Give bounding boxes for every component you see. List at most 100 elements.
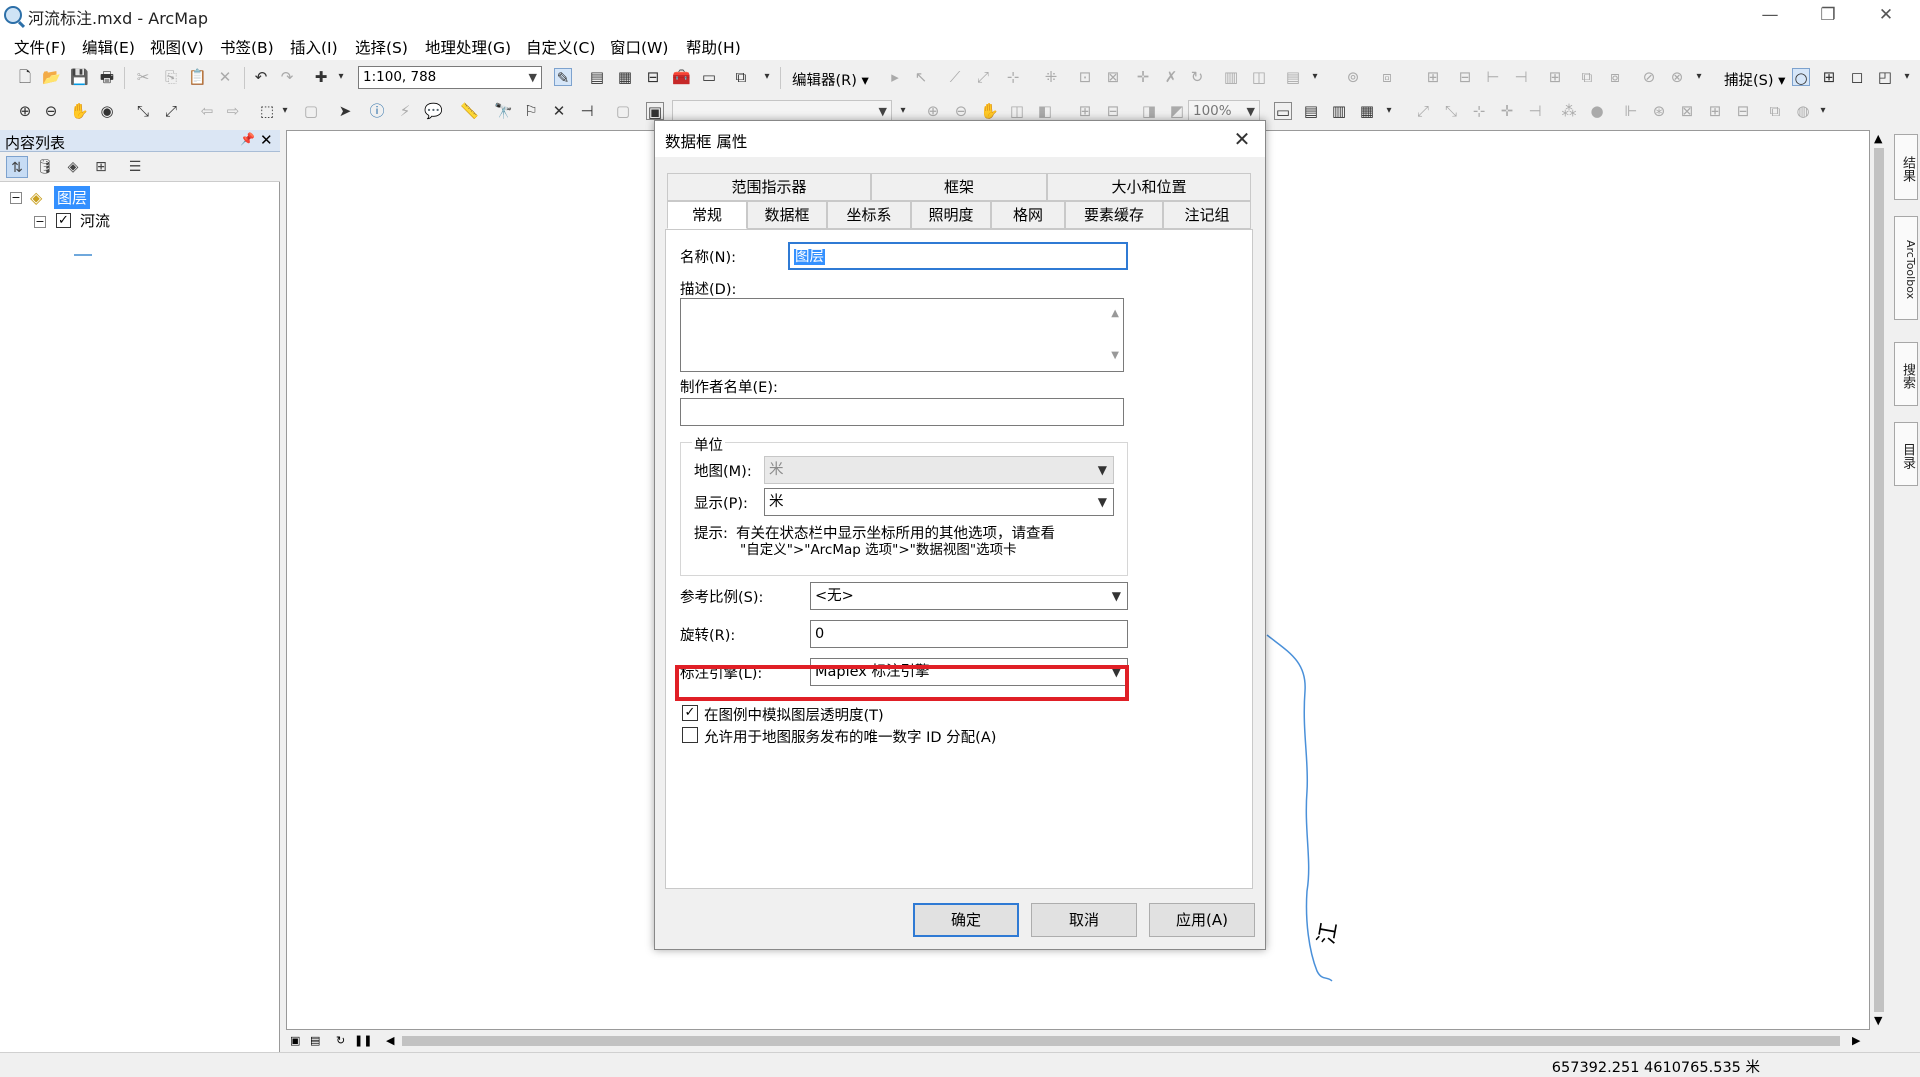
undo-icon[interactable]: ↶: [252, 68, 270, 86]
pan-icon[interactable]: ✋: [70, 102, 89, 120]
menu-bookmarks[interactable]: 书签(B): [220, 36, 274, 58]
previous-extent-icon[interactable]: ⇦: [198, 102, 216, 120]
toolbar-options-icon[interactable]: ▾: [1694, 68, 1704, 86]
focus-data-frame-icon[interactable]: ▤: [1302, 102, 1320, 120]
catalog-window-icon[interactable]: ▦: [616, 68, 634, 86]
tab-illumination[interactable]: 照明度: [911, 201, 991, 229]
network-icon[interactable]: ⊛: [1650, 102, 1668, 120]
close-toc-icon[interactable]: ✕: [260, 131, 273, 149]
fixed-zoom-out-icon[interactable]: ⤢: [162, 102, 180, 120]
edge-snapping-icon[interactable]: ◰: [1876, 68, 1894, 86]
select-dropdown-icon[interactable]: ▾: [280, 102, 290, 120]
redo-icon[interactable]: ↷: [278, 68, 296, 86]
fixed-zoom-in-layout-icon[interactable]: ⊞: [1076, 102, 1094, 120]
zoom-100-icon[interactable]: ◧: [1036, 102, 1054, 120]
parcel-icon[interactable]: ⊩: [1622, 102, 1640, 120]
zoom-in-icon[interactable]: ⊕: [16, 102, 34, 120]
vertex-snapping-icon[interactable]: ◻: [1848, 68, 1866, 86]
menu-edit[interactable]: 编辑(E): [82, 36, 135, 58]
topology-edit-icon[interactable]: ⧉: [1578, 68, 1596, 86]
data-driven-pages-icon[interactable]: ▦: [1358, 102, 1376, 120]
georeferencing-icon[interactable]: ⊚: [1344, 68, 1362, 86]
measure-icon[interactable]: 📏: [460, 102, 479, 120]
point-snapping-icon[interactable]: ○: [1792, 68, 1810, 87]
html-popup-icon[interactable]: 💬: [424, 102, 443, 120]
draw-toolbar-icon[interactable]: ▣: [646, 102, 664, 121]
go-forward-extent-icon[interactable]: ◩: [1168, 102, 1186, 120]
tab-frame[interactable]: 框架: [871, 173, 1047, 201]
layout-pan-icon[interactable]: ✋: [980, 102, 999, 120]
scroll-left-icon[interactable]: ◀: [386, 1034, 394, 1047]
data-view-icon[interactable]: ▣: [290, 1034, 300, 1047]
end-snapping-icon[interactable]: ⊞: [1820, 68, 1838, 86]
view-link-table-icon[interactable]: ⊣: [1526, 102, 1544, 120]
time-slider-icon[interactable]: ⊣: [578, 102, 596, 120]
horizontal-scrollbar[interactable]: ◀ ▶: [380, 1032, 1870, 1050]
tin-edit-icon[interactable]: ⊠: [1678, 102, 1696, 120]
pin-icon[interactable]: 📌: [240, 132, 255, 146]
georef-shift-icon[interactable]: ⤡: [1442, 102, 1460, 120]
georef-scale-icon[interactable]: ⊹: [1470, 102, 1488, 120]
map-scale-combo[interactable]: 1:100, 788 ▼: [358, 66, 542, 89]
advanced-edit-icon[interactable]: ⊟: [1456, 68, 1474, 86]
tab-extent-indicators[interactable]: 范围指示器: [667, 173, 871, 201]
tab-grids[interactable]: 格网: [991, 201, 1065, 229]
spatial-adjustment-icon[interactable]: ⊞: [1424, 68, 1442, 86]
toolbar-options-icon[interactable]: ▾: [898, 102, 908, 120]
ok-button[interactable]: 确定: [913, 903, 1019, 937]
toolbar-options-icon[interactable]: ▾: [1818, 102, 1828, 120]
data-frame-layers[interactable]: 图层: [54, 186, 91, 209]
find-icon[interactable]: 🔭: [494, 102, 513, 120]
edit-tool-icon[interactable]: ▸: [886, 68, 904, 86]
catalog-tab[interactable]: 目录: [1894, 422, 1918, 486]
hyperlink-icon[interactable]: ⚡: [396, 102, 414, 120]
point-icon[interactable]: ⊹: [1004, 68, 1022, 86]
add-data-icon[interactable]: ✚: [312, 68, 330, 86]
toolbar-options-icon[interactable]: ▾: [1902, 68, 1912, 86]
find-route-icon[interactable]: ⚐: [522, 102, 540, 120]
menu-insert[interactable]: 插入(I): [290, 36, 338, 58]
edit-vertices-icon[interactable]: ⊡: [1076, 68, 1094, 86]
straight-segment-icon[interactable]: ⟋: [946, 68, 964, 86]
identify-icon[interactable]: ⓘ: [368, 102, 386, 120]
menu-help[interactable]: 帮助(H): [686, 36, 741, 58]
menu-customize[interactable]: 自定义(C): [526, 36, 595, 58]
go-to-xy-icon[interactable]: ✕: [550, 102, 568, 120]
simulate-transparency-checkbox[interactable]: ✓: [682, 705, 698, 721]
name-input[interactable]: 图层: [788, 242, 1128, 270]
tab-annotation-groups[interactable]: 注记组: [1163, 201, 1251, 229]
topology-icon[interactable]: ⧈: [1378, 68, 1396, 86]
layout-zoom-in-icon[interactable]: ⊕: [924, 102, 942, 120]
river-visibility-checkbox[interactable]: ✓: [56, 213, 71, 228]
scroll-down-icon[interactable]: ▼: [1874, 1014, 1882, 1027]
collapse-river-icon[interactable]: −: [34, 216, 46, 228]
minimize-button[interactable]: —: [1750, 3, 1790, 27]
rotation-input[interactable]: 0: [810, 620, 1128, 648]
vertical-scroll-thumb[interactable]: [1874, 148, 1884, 1012]
layout-zoom-out-icon[interactable]: ⊖: [952, 102, 970, 120]
print-icon[interactable]: 🖶: [98, 68, 116, 86]
dialog-close-button[interactable]: ✕: [1227, 125, 1257, 153]
snapping-menu[interactable]: 捕捉(S) ▾: [1724, 69, 1785, 90]
toggle-draft-mode-icon[interactable]: ▭: [1274, 102, 1292, 121]
georef-rotate-icon[interactable]: ⤢: [1414, 102, 1432, 120]
scroll-up-icon[interactable]: ▲: [1111, 301, 1119, 327]
go-back-extent-icon[interactable]: ◨: [1140, 102, 1158, 120]
cogo-icon[interactable]: ⁂: [1560, 102, 1578, 120]
editor-toolbar-icon[interactable]: ✎: [554, 68, 572, 87]
add-control-points-icon[interactable]: ✛: [1498, 102, 1516, 120]
schematic-icon[interactable]: ⧉: [1766, 102, 1784, 120]
search-tab[interactable]: 搜索: [1894, 342, 1918, 406]
grid-icon[interactable]: ⊞: [1706, 102, 1724, 120]
tab-general[interactable]: 常规: [667, 201, 747, 229]
layout-view-icon[interactable]: ▤: [310, 1034, 320, 1047]
collapse-layers-icon[interactable]: −: [10, 192, 22, 204]
full-extent-icon[interactable]: ◉: [98, 102, 116, 120]
edit-annotation-icon[interactable]: ↖: [912, 68, 930, 86]
extend-icon[interactable]: ⊢: [1484, 68, 1502, 86]
reshape-icon[interactable]: ⊠: [1104, 68, 1122, 86]
toolbar-options-icon[interactable]: ▾: [1310, 68, 1320, 86]
grid-edit-icon[interactable]: ⊟: [1734, 102, 1752, 120]
create-features-icon[interactable]: ▤: [1284, 68, 1302, 86]
create-viewer-icon[interactable]: ▢: [614, 102, 632, 120]
